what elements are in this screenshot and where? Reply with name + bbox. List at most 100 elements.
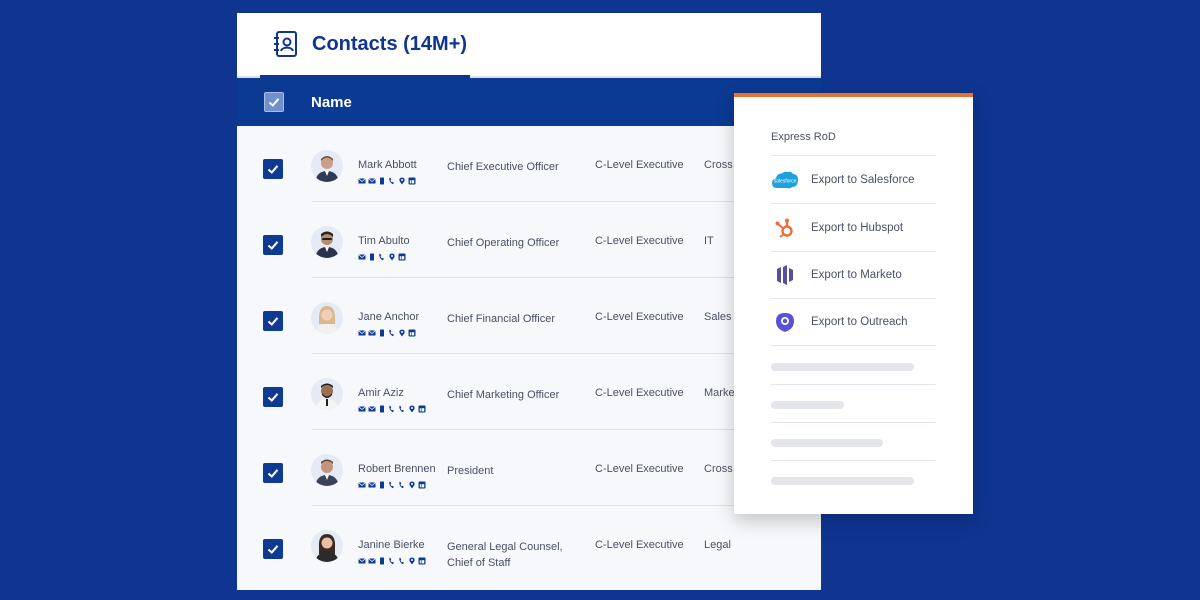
select-all-checkbox[interactable] (264, 92, 284, 112)
salesforce-icon: salesforce (771, 166, 799, 194)
location-icon[interactable] (398, 329, 406, 337)
contact-name[interactable]: Jane Anchor (358, 311, 419, 323)
phone-icon[interactable] (398, 405, 406, 413)
divider (771, 422, 936, 423)
marketo-icon (771, 261, 799, 289)
linkedin-icon[interactable] (418, 405, 426, 413)
avatar (311, 378, 343, 410)
avatar (311, 150, 343, 182)
location-icon[interactable] (408, 481, 416, 489)
location-icon[interactable] (388, 253, 396, 261)
avatar (311, 454, 343, 486)
mail-icon[interactable] (358, 329, 366, 337)
row-checkbox[interactable] (263, 539, 283, 559)
mail-icon[interactable] (368, 329, 376, 337)
management-level: C-Level Executive (595, 311, 684, 323)
linkedin-icon[interactable] (408, 329, 416, 337)
avatar (311, 226, 343, 258)
mail-icon[interactable] (358, 557, 366, 565)
phone-icon[interactable] (388, 405, 396, 413)
phone-icon[interactable] (388, 329, 396, 337)
export-marketo-button[interactable]: Export to Marketo (771, 252, 936, 298)
contact-name[interactable]: Tim Abulto (358, 235, 410, 247)
outreach-icon (771, 308, 799, 336)
contact-name[interactable]: Janine Bierke (358, 539, 425, 551)
mail-icon[interactable] (368, 405, 376, 413)
export-label: Export to Salesforce (811, 174, 915, 186)
mail-icon[interactable] (358, 177, 366, 185)
check-icon (268, 98, 280, 107)
mobile-icon[interactable] (378, 405, 386, 413)
linkedin-icon[interactable] (418, 481, 426, 489)
location-icon[interactable] (408, 405, 416, 413)
divider (771, 345, 936, 346)
job-title: Chief Marketing Officer (447, 389, 560, 401)
mail-icon[interactable] (368, 481, 376, 489)
export-panel: Express RoD salesforce Export to Salesfo… (734, 93, 973, 514)
phone-icon[interactable] (388, 557, 396, 565)
linkedin-icon[interactable] (418, 557, 426, 565)
location-icon[interactable] (408, 557, 416, 565)
department: Sales (704, 311, 732, 323)
management-level: C-Level Executive (595, 539, 684, 551)
mail-icon[interactable] (368, 177, 376, 185)
contact-methods (358, 329, 416, 337)
export-outreach-button[interactable]: Export to Outreach (771, 299, 936, 345)
row-checkbox[interactable] (263, 387, 283, 407)
check-icon (267, 317, 279, 326)
avatar (311, 530, 343, 562)
check-icon (267, 393, 279, 402)
skeleton-line (771, 439, 883, 447)
phone-icon[interactable] (398, 481, 406, 489)
skeleton-line (771, 401, 844, 409)
export-hubspot-button[interactable]: Export to Hubspot (771, 205, 936, 251)
divider (771, 203, 936, 204)
skeleton-line (771, 477, 914, 485)
export-label: Export to Marketo (811, 269, 902, 281)
location-icon[interactable] (398, 177, 406, 185)
mobile-icon[interactable] (378, 557, 386, 565)
department: Cross (704, 159, 733, 171)
contact-name[interactable]: Robert Brennen (358, 463, 436, 475)
mail-icon[interactable] (358, 481, 366, 489)
management-level: C-Level Executive (595, 235, 684, 247)
department: Cross (704, 463, 733, 475)
mobile-icon[interactable] (378, 481, 386, 489)
contact-name[interactable]: Mark Abbott (358, 159, 417, 171)
mail-icon[interactable] (358, 253, 366, 261)
job-title: Chief Financial Officer (447, 313, 556, 325)
mobile-icon[interactable] (378, 177, 386, 185)
panel-title: Express RoD (771, 131, 836, 143)
address-book-icon (274, 31, 297, 57)
name-column-header[interactable]: Name (311, 94, 352, 111)
check-icon (267, 165, 279, 174)
mail-icon[interactable] (358, 405, 366, 413)
export-salesforce-button[interactable]: salesforce Export to Salesforce (771, 157, 936, 203)
mail-icon[interactable] (368, 557, 376, 565)
export-label: Export to Hubspot (811, 222, 904, 234)
management-level: C-Level Executive (595, 159, 684, 171)
mobile-icon[interactable] (378, 329, 386, 337)
job-title: Chief Operating Officer (447, 237, 560, 249)
table-row[interactable]: Janine Bierke General Legal Counsel, Chie… (237, 506, 821, 582)
phone-icon[interactable] (388, 481, 396, 489)
row-checkbox[interactable] (263, 159, 283, 179)
management-level: C-Level Executive (595, 387, 684, 399)
linkedin-icon[interactable] (398, 253, 406, 261)
linkedin-icon[interactable] (408, 177, 416, 185)
row-checkbox[interactable] (263, 463, 283, 483)
tab-contacts[interactable]: Contacts (14M+) (260, 13, 470, 78)
contact-methods (358, 481, 426, 489)
phone-icon[interactable] (388, 177, 396, 185)
check-icon (267, 241, 279, 250)
mobile-icon[interactable] (368, 253, 376, 261)
contact-name[interactable]: Amir Aziz (358, 387, 404, 399)
phone-icon[interactable] (398, 557, 406, 565)
skeleton-line (771, 363, 914, 371)
export-label: Export to Outreach (811, 316, 908, 328)
phone-icon[interactable] (378, 253, 386, 261)
row-checkbox[interactable] (263, 235, 283, 255)
contact-methods (358, 177, 416, 185)
row-checkbox[interactable] (263, 311, 283, 331)
department: IT (704, 235, 714, 247)
